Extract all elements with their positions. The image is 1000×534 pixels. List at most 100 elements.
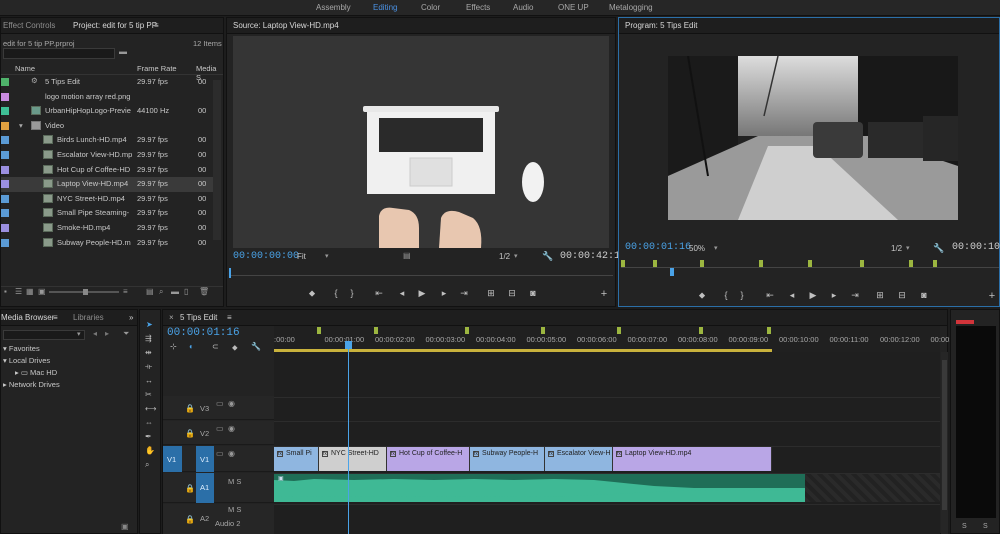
marker[interactable] [617, 327, 621, 334]
source-patch-v1[interactable]: V1 [163, 446, 182, 472]
workspace-metalogging[interactable]: Metalogging [609, 3, 653, 12]
project-item[interactable]: Laptop View-HD.mp4 29.97 fps 00 [1, 177, 214, 192]
wrench-icon[interactable]: 🔧 [933, 243, 944, 254]
tree-item-network-drives[interactable]: ▸ Network Drives [3, 380, 60, 389]
label-color-swatch[interactable] [1, 209, 9, 218]
chevron-down-icon[interactable]: ▾ [714, 244, 718, 252]
eye-icon[interactable]: ◉ [228, 399, 235, 408]
program-playhead[interactable] [670, 268, 674, 276]
project-item[interactable]: Birds Lunch-HD.mp4 29.97 fps 00 [1, 133, 214, 148]
hand-tool-icon[interactable]: ✋ [145, 446, 155, 455]
go-to-in-icon[interactable]: ⇤ [372, 288, 386, 299]
tab-libraries[interactable]: Libraries [73, 313, 104, 322]
rolling-edit-tool-icon[interactable]: ⟛ [145, 362, 152, 372]
program-tab-title[interactable]: Program: 5 Tips Edit [625, 21, 697, 30]
freeform-view-icon[interactable]: ▣ [38, 287, 46, 296]
project-item[interactable]: ▾ Video [1, 119, 214, 134]
label-color-swatch[interactable] [1, 121, 9, 130]
label-color-swatch[interactable] [1, 78, 9, 86]
program-video-frame[interactable] [668, 56, 958, 220]
clip-laptop-view[interactable]: fx Laptop View-HD.mp4 [613, 447, 772, 471]
sync-lock-icon[interactable]: ▭ [216, 399, 224, 408]
label-color-swatch[interactable] [1, 238, 9, 247]
label-color-swatch[interactable] [1, 194, 9, 203]
marker[interactable] [700, 260, 704, 267]
panel-menu-icon[interactable]: ≡ [227, 313, 232, 322]
workspace-one-up[interactable]: ONE UP [558, 3, 589, 12]
clip-indicator-left[interactable] [956, 320, 974, 324]
selection-tool-icon[interactable]: ➤ [146, 320, 153, 329]
source-fit-dropdown[interactable]: Fit [297, 252, 306, 261]
marker[interactable] [699, 327, 703, 334]
label-color-swatch[interactable] [1, 165, 9, 174]
filter-icon[interactable]: ⏷ [123, 329, 129, 339]
track-target-a1[interactable]: A1 [196, 473, 214, 503]
marker[interactable] [860, 260, 864, 267]
column-frame-rate[interactable]: Frame Rate [137, 64, 177, 73]
forward-icon[interactable]: ▸ [105, 329, 109, 338]
sort-icon[interactable]: ≡ [123, 287, 128, 296]
project-item[interactable]: Subway People-HD.m 29.97 fps 00 [1, 236, 214, 251]
mute-solo-buttons[interactable]: M S [228, 477, 241, 486]
solo-right-button[interactable]: S [983, 523, 988, 530]
new-bin-icon[interactable]: ▬ [119, 47, 127, 56]
insert-icon[interactable]: ⊞ [484, 288, 498, 299]
track-target-v1[interactable]: V1 [196, 446, 214, 472]
close-icon[interactable]: × [169, 313, 174, 322]
overwrite-icon[interactable]: ⊟ [505, 288, 519, 299]
tree-item-local-drives[interactable]: ▾ Local Drives [3, 356, 50, 365]
marker[interactable] [465, 327, 469, 334]
marker[interactable] [909, 260, 913, 267]
add-button-icon[interactable]: + [985, 290, 999, 302]
clip-small-pipe[interactable]: fx Small Pi [274, 447, 319, 471]
marker[interactable] [374, 327, 378, 334]
timeline-tab[interactable]: 5 Tips Edit [180, 313, 217, 322]
lock-icon[interactable]: 🔒 [185, 484, 195, 493]
sync-lock-icon[interactable]: ▭ [216, 449, 224, 458]
project-item[interactable]: NYC Street-HD.mp4 29.97 fps 00 [1, 192, 214, 207]
clip-escalator-view[interactable]: fx Escalator View-H [545, 447, 613, 471]
resize-icon[interactable]: ▣ [121, 522, 129, 531]
slide-tool-icon[interactable]: ⇔ [145, 418, 153, 427]
playhead-handle[interactable] [345, 341, 352, 349]
lock-icon[interactable]: 🔒 [185, 515, 195, 524]
project-item[interactable]: Small Pipe Steaming- 29.97 fps 00 [1, 206, 214, 221]
source-settings-icon[interactable]: ▤ [403, 251, 411, 260]
lock-icon[interactable]: 🔒 [185, 429, 195, 438]
snap-icon[interactable]: ◐ [189, 342, 194, 351]
marker[interactable] [621, 260, 625, 267]
project-scrollbar[interactable] [213, 80, 221, 240]
program-timecode[interactable]: 00:00:01:16 [625, 242, 691, 253]
marker[interactable] [808, 260, 812, 267]
track-label-a2[interactable]: A2 [200, 514, 209, 523]
chevron-down-icon[interactable]: ▾ [77, 330, 81, 338]
linked-selection-icon[interactable]: ⊂ [212, 342, 219, 351]
go-to-out-icon[interactable]: ⇥ [848, 290, 862, 301]
back-icon[interactable]: ◂ [93, 329, 97, 338]
marker[interactable] [767, 327, 771, 334]
add-button-icon[interactable]: + [597, 288, 611, 300]
project-item[interactable]: Hot Cup of Coffee-HD 29.97 fps 00 [1, 163, 214, 178]
project-item[interactable]: ⚙ 5 Tips Edit 29.97 fps 00 [1, 75, 214, 90]
source-tab-title[interactable]: Source: Laptop View-HD.mp4 [233, 21, 339, 30]
project-item[interactable]: Smoke-HD.mp4 29.97 fps 00 [1, 221, 214, 236]
extract-icon[interactable]: ⊟ [895, 290, 909, 301]
eye-icon[interactable]: ◉ [228, 449, 235, 458]
tab-media-browser[interactable]: Media Browser [1, 313, 54, 322]
track-select-tool-icon[interactable]: ⇶ [145, 334, 152, 343]
razor-tool-icon[interactable]: ✂ [145, 390, 152, 399]
source-time-ruler[interactable] [229, 268, 613, 276]
clip-hot-cup-of-coffee[interactable]: fx Hot Cup of Coffee-H [387, 447, 470, 471]
marker[interactable] [317, 327, 321, 334]
pen-tool-icon[interactable]: ✒ [145, 432, 152, 441]
chevron-down-icon[interactable]: ▾ [906, 244, 910, 252]
clip-subway-people[interactable]: fx Subway People-H [470, 447, 545, 471]
ripple-edit-tool-icon[interactable]: ⇹ [145, 348, 152, 357]
panel-menu-icon[interactable]: ≡ [154, 21, 159, 30]
track-label-v2[interactable]: V2 [200, 429, 209, 438]
timeline-playhead[interactable] [348, 341, 349, 534]
chevron-down-icon[interactable]: ▾ [325, 252, 329, 260]
source-video-frame[interactable] [233, 36, 609, 248]
label-color-swatch[interactable] [1, 224, 9, 232]
tree-item-mac-hd[interactable]: ▸ ▭ Mac HD [15, 368, 57, 377]
